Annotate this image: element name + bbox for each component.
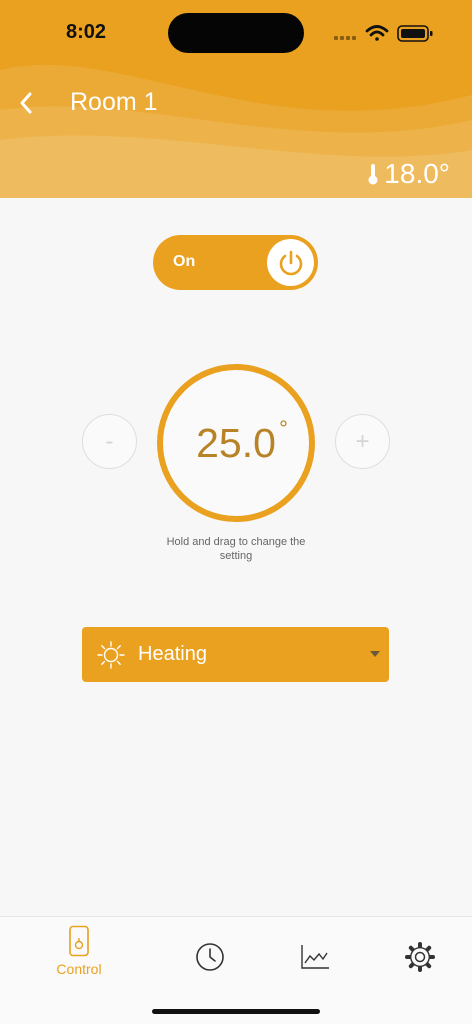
wifi-icon: [365, 25, 389, 41]
cellular-signal-icon: [334, 36, 356, 40]
current-temperature-value: 18.0°: [384, 158, 450, 189]
decrease-label: -: [105, 427, 114, 455]
battery-icon: [397, 25, 433, 42]
tab-control-label: Control: [56, 961, 102, 977]
home-indicator: [152, 1009, 320, 1014]
drag-hint: Hold and drag to change the setting: [166, 536, 306, 562]
thermostat-device-icon: [69, 925, 89, 957]
power-toggle[interactable]: On: [153, 235, 318, 290]
power-toggle-label: On: [173, 253, 196, 270]
mode-dropdown[interactable]: Heating: [82, 627, 389, 682]
chart-icon: [301, 945, 329, 969]
tab-bar: Control: [0, 916, 472, 1024]
status-icons: [334, 25, 433, 42]
tab-statistics[interactable]: [275, 925, 355, 985]
power-toggle-knob[interactable]: [267, 239, 314, 286]
thermometer-icon: [368, 164, 378, 185]
decrease-temperature-button[interactable]: -: [82, 414, 137, 469]
increase-label: +: [355, 427, 370, 455]
power-icon: [279, 250, 302, 275]
mode-selected-label: Heating: [138, 643, 207, 665]
setpoint-dial[interactable]: 25.0 °: [157, 364, 315, 522]
setpoint-value: 25.0: [196, 419, 276, 466]
clock-icon: [196, 943, 224, 971]
caret-down-icon: [370, 651, 380, 657]
back-button[interactable]: [12, 86, 44, 120]
camera-notch: [168, 13, 304, 53]
tab-control[interactable]: Control: [39, 925, 119, 985]
setpoint-value-wrapper: 25.0 °: [196, 416, 288, 467]
back-chevron-icon: [20, 92, 32, 114]
status-time: 8:02: [66, 21, 107, 43]
tab-settings[interactable]: [380, 925, 460, 985]
gear-icon: [405, 942, 435, 972]
sun-icon: [97, 640, 125, 669]
page-title: Room 1: [70, 88, 158, 116]
setpoint-degree: °: [279, 415, 288, 441]
increase-temperature-button[interactable]: +: [335, 414, 390, 469]
tab-schedule[interactable]: [170, 925, 250, 985]
current-temperature: 18.0°: [368, 157, 450, 191]
